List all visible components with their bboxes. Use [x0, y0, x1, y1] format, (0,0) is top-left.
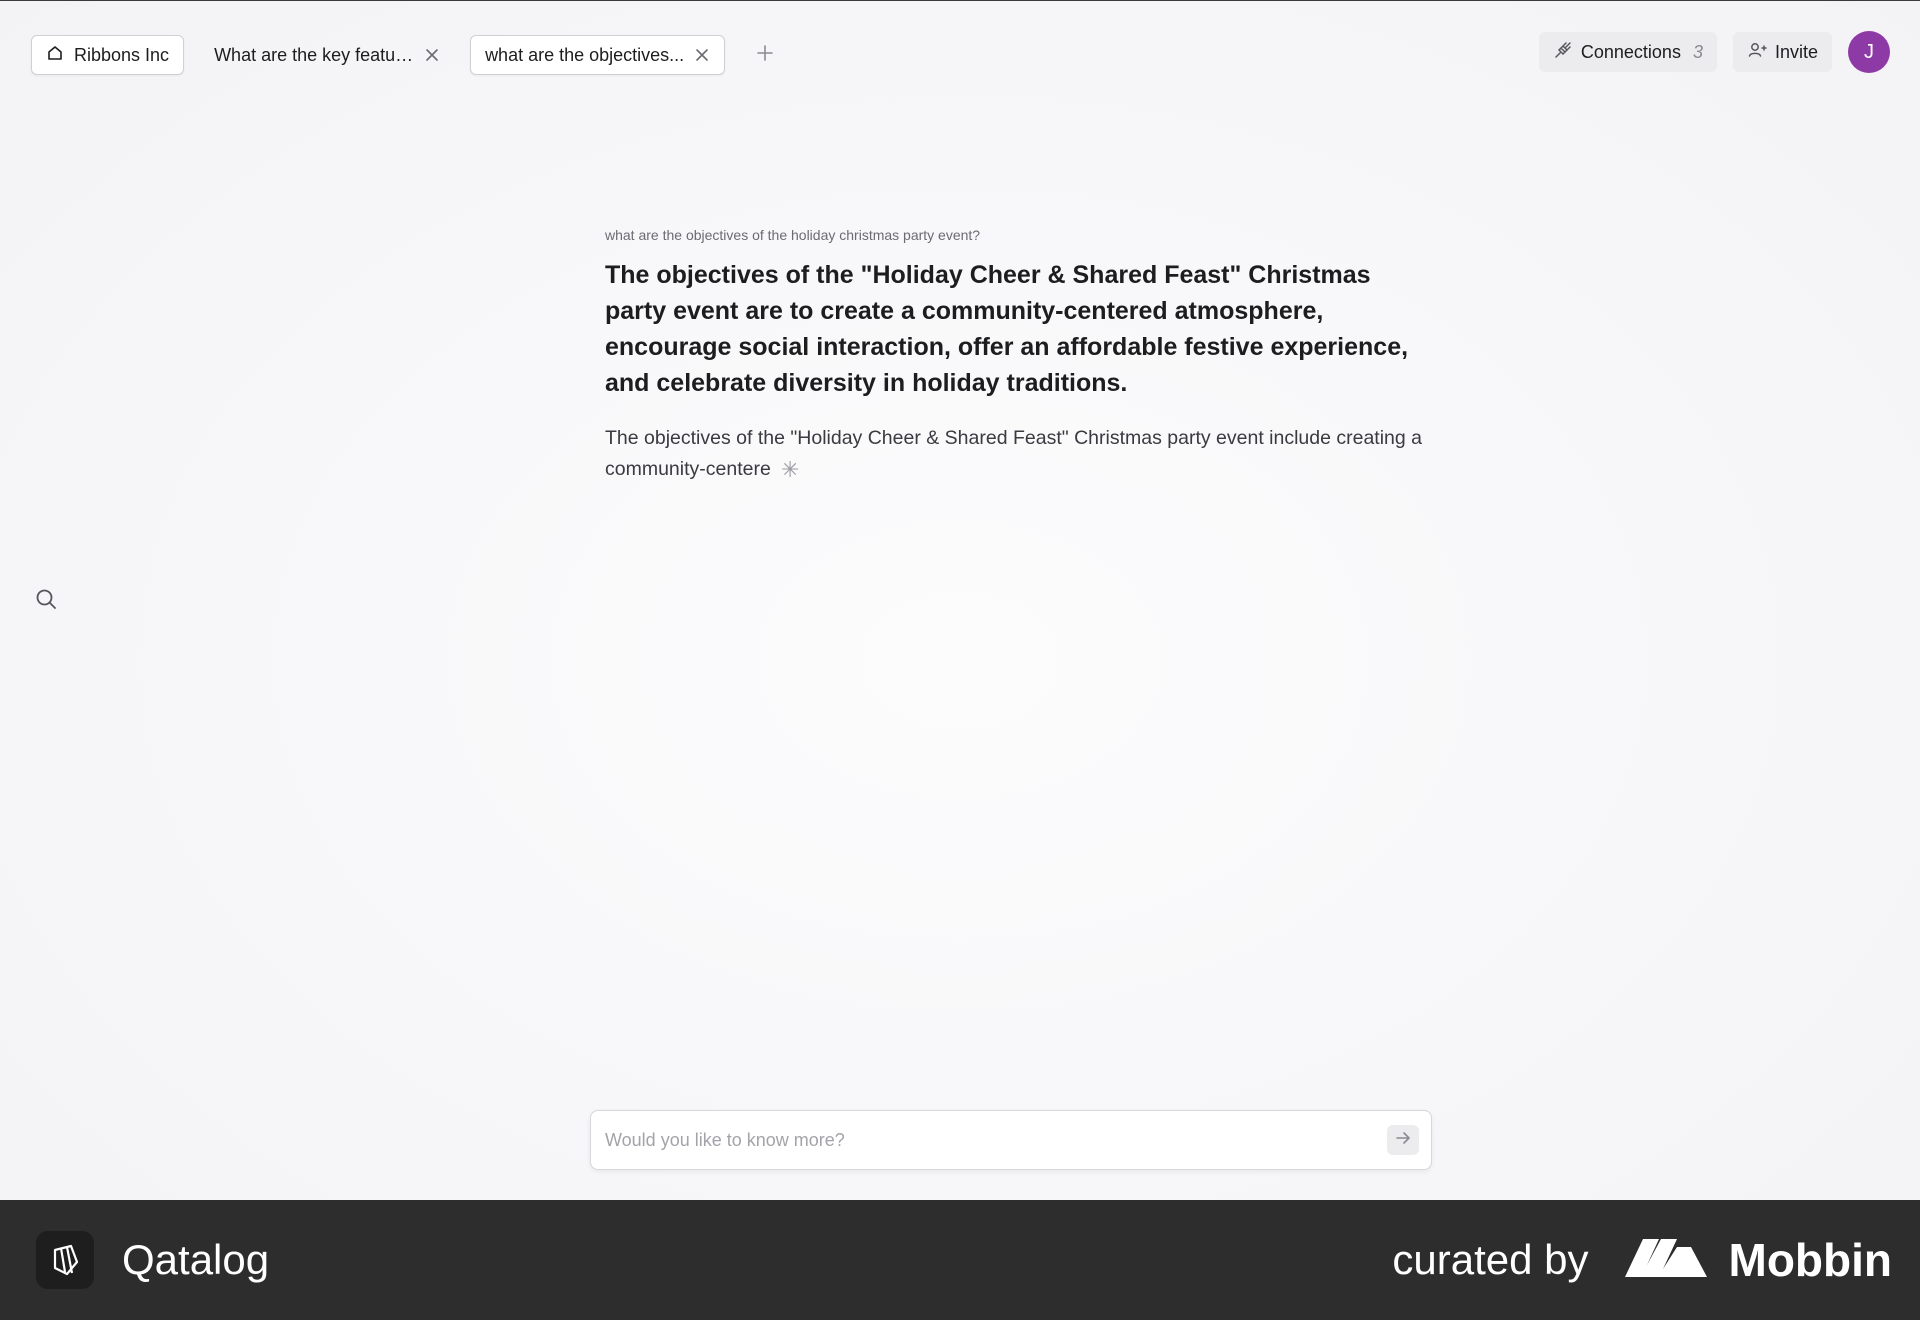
- close-icon[interactable]: [424, 47, 440, 63]
- footer-banner: Qatalog curated by Mobbin: [0, 1200, 1920, 1320]
- ask-input[interactable]: [605, 1129, 1387, 1151]
- connections-button[interactable]: Connections 3: [1538, 32, 1717, 72]
- loading-icon: ✳: [780, 457, 800, 482]
- avatar-initial: J: [1864, 40, 1874, 63]
- connections-count: 3: [1692, 41, 1703, 62]
- answer-panel: what are the objectives of the holiday c…: [605, 227, 1425, 485]
- tab-home-label: Ribbons Inc: [74, 44, 170, 65]
- add-user-icon: [1747, 40, 1767, 65]
- invite-label: Invite: [1774, 41, 1818, 62]
- ask-box: [590, 1110, 1432, 1170]
- answer-body: The objectives of the "Holiday Cheer & S…: [605, 423, 1425, 485]
- new-tab-button[interactable]: [747, 37, 783, 73]
- question-text: what are the objectives of the holiday c…: [605, 227, 981, 243]
- qatalog-logo-icon: [36, 1231, 94, 1289]
- tab-objectives[interactable]: what are the objectives...: [470, 35, 726, 75]
- plus-icon: [755, 43, 775, 68]
- tab-bar: Ribbons Inc What are the key featur... w…: [31, 35, 783, 75]
- app-brand: Qatalog: [36, 1231, 269, 1289]
- tab-key-features[interactable]: What are the key featur...: [200, 35, 454, 75]
- avatar[interactable]: J: [1848, 31, 1890, 73]
- header-actions: Connections 3 Invite J: [1538, 31, 1890, 73]
- answer-summary: The objectives of the "Holiday Cheer & S…: [605, 261, 1409, 397]
- connections-label: Connections: [1580, 41, 1681, 62]
- search-icon[interactable]: [34, 587, 58, 611]
- mobbin-logo-icon: [1624, 1237, 1715, 1284]
- tab-label: what are the objectives...: [485, 44, 685, 65]
- invite-button[interactable]: Invite: [1732, 32, 1832, 72]
- app-name: Qatalog: [122, 1236, 270, 1283]
- app-window: Ribbons Inc What are the key featur... w…: [0, 0, 1920, 1200]
- arrow-right-icon: [1394, 1129, 1412, 1152]
- tab-label: What are the key featur...: [214, 44, 415, 65]
- home-icon: [46, 44, 64, 67]
- curated-by-text: curated by: [1392, 1236, 1589, 1283]
- send-button[interactable]: [1387, 1125, 1419, 1155]
- plug-icon: [1553, 40, 1573, 65]
- close-icon[interactable]: [694, 47, 710, 63]
- curated-by: curated by Mobbin: [1392, 1233, 1892, 1287]
- mobbin-brand: Mobbin: [1624, 1233, 1893, 1287]
- answer-body-text: The objectives of the "Holiday Cheer & S…: [605, 427, 1423, 480]
- curator-name: Mobbin: [1728, 1234, 1893, 1286]
- tab-home[interactable]: Ribbons Inc: [31, 35, 185, 75]
